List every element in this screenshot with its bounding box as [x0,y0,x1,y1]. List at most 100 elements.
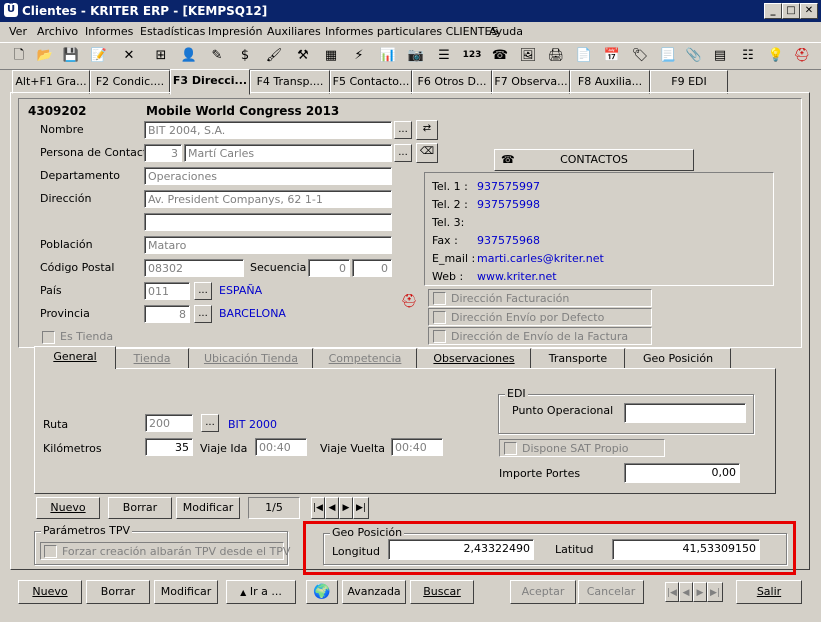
departamento-field[interactable]: Operaciones [144,167,392,185]
tab-geo-posicion[interactable]: Geo Posición [626,348,731,369]
email-value[interactable]: marti.carles@kriter.net [477,252,604,265]
chart-icon[interactable]: 📊 [377,45,399,66]
globe-icon[interactable]: 🌍 [306,580,338,604]
envio-factura-checkbox[interactable] [433,330,446,343]
contacto-field[interactable]: Martí Carles [184,144,392,162]
paint-icon[interactable]: 🖌 [263,45,285,66]
direccion2-field[interactable] [144,213,392,231]
tab-general[interactable]: General [34,346,116,369]
bullet-list-icon[interactable]: ☷ [737,45,759,66]
punto-operacional-field[interactable] [624,403,746,423]
km-field[interactable]: 35 [145,438,193,456]
pencil-icon[interactable]: ✎ [206,45,228,66]
table-icon[interactable]: ▤ [709,45,731,66]
buscar-button[interactable]: Buscar [410,580,474,604]
close-button[interactable]: ✕ [800,3,818,19]
nuevo-button[interactable]: Nuevo [18,580,82,604]
viaje-vuelta-field[interactable]: 00:40 [391,438,443,456]
tab-f2[interactable]: F2 Condic.... [90,70,170,94]
tab-observaciones[interactable]: Observaciones [418,348,531,369]
ruta-field[interactable]: 200 [145,414,193,432]
inner-last-button[interactable]: ▶| [353,497,369,519]
lightning-icon[interactable]: ⚡ [348,45,370,66]
borrar-button[interactable]: Borrar [86,580,150,604]
document-icon[interactable]: 📃 [657,45,679,66]
open-folder-icon[interactable]: 📂 [34,45,56,66]
avanzada-button[interactable]: Avanzada [342,580,406,604]
tab-f3[interactable]: F3 Direcci... [170,69,250,95]
menu-ayuda[interactable]: Ayuda [489,25,523,38]
nombre-browse-button[interactable]: ... [394,121,412,139]
latitud-field[interactable]: 41,53309150 [612,539,760,560]
facturacion-checkbox[interactable] [433,292,446,305]
link-icon[interactable]: ⇄ [416,120,438,140]
envio-defecto-checkbox[interactable] [433,311,446,324]
tab-tienda[interactable]: Tienda [116,348,189,369]
money-icon[interactable]: $ [234,45,256,66]
tree-icon[interactable]: ⊞ [150,45,172,66]
tab-f4[interactable]: F4 Transp.... [250,70,330,94]
inner-prev-button[interactable]: ◀ [325,497,339,519]
calendar-icon[interactable]: 📅 [601,45,623,66]
eraser-icon[interactable]: ⌫ [416,143,438,163]
sat-checkbox[interactable] [504,442,517,455]
tab-f6[interactable]: F6 Otros D... [412,70,492,94]
exit-icon[interactable]: ⛑ [791,45,813,66]
tab-f5[interactable]: F5 Contacto... [330,70,412,94]
menu-estadisticas[interactable]: Estadísticas [140,25,205,38]
hammer-icon[interactable]: ⚒ [292,45,314,66]
es-tienda-checkbox[interactable] [42,331,55,344]
contactos-button[interactable]: ☎ CONTACTOS [494,149,694,171]
tab-f9[interactable]: F9 EDI [650,70,728,94]
tab-f7[interactable]: F7 Observa... [492,70,570,94]
pais-code-field[interactable]: 011 [144,282,190,300]
salir-button[interactable]: Salir [736,580,802,604]
first-record-button[interactable]: |◀ [665,582,679,602]
tag-icon[interactable]: 🏷 [629,45,651,66]
tab-alt-f1[interactable]: Alt+F1 Gra... [12,70,90,94]
edit-icon[interactable]: 📝 [88,45,110,66]
tab-competencia[interactable]: Competencia [314,348,417,369]
cp-field[interactable]: 08302 [144,259,244,277]
secuencia1-field[interactable]: 0 [308,259,350,277]
nombre-field[interactable]: BIT 2004, S.A. [144,121,392,139]
tab-transporte[interactable]: Transporte [532,348,625,369]
inner-next-button[interactable]: ▶ [339,497,353,519]
inner-modificar-button[interactable]: Modificar [176,497,240,519]
print-icon[interactable]: 🖨 [545,45,567,66]
contacto-num-field[interactable]: 3 [144,144,182,162]
poblacion-field[interactable]: Mataro [144,236,392,254]
minimize-button[interactable]: _ [764,3,782,19]
ruta-browse-button[interactable]: ... [201,414,219,432]
cancelar-button[interactable]: Cancelar [578,580,644,604]
document-red-icon[interactable]: 📄 [573,45,595,66]
longitud-field[interactable]: 2,43322490 [388,539,534,560]
camera-icon[interactable]: 📷 [405,45,427,66]
aceptar-button[interactable]: Aceptar [510,580,576,604]
tab-ubicacion-tienda[interactable]: Ubicación Tienda [190,348,313,369]
menu-auxiliares[interactable]: Auxiliares [267,25,321,38]
provincia-browse-button[interactable]: ... [194,305,212,323]
inner-first-button[interactable]: |◀ [311,497,325,519]
ir-a-button[interactable]: ▲ Ir a ... [226,580,296,604]
bulb-icon[interactable]: 💡 [765,45,787,66]
phone-icon[interactable]: ☎ [489,45,511,66]
provincia-code-field[interactable]: 8 [144,305,190,323]
prev-record-button[interactable]: ◀ [679,582,693,602]
new-document-icon[interactable]: 🗋 [8,45,30,66]
modificar-button[interactable]: Modificar [154,580,218,604]
grid-icon[interactable]: ▦ [320,45,342,66]
inner-nuevo-button[interactable]: Nuevo [36,497,100,519]
menu-ver[interactable]: Ver [9,25,27,38]
direccion-field[interactable]: Av. President Companys, 62 1-1 [144,190,392,208]
importe-portes-field[interactable]: 0,00 [624,463,740,483]
menu-archivo[interactable]: Archivo [37,25,78,38]
web-value[interactable]: www.kriter.net [477,270,557,283]
pais-browse-button[interactable]: ... [194,282,212,300]
menu-impresion[interactable]: Impresión [208,25,262,38]
tpv-checkbox[interactable] [44,545,57,558]
inner-borrar-button[interactable]: Borrar [108,497,172,519]
calculator-icon[interactable]: 123 [461,45,483,66]
last-record-button[interactable]: ▶| [707,582,723,602]
secuencia2-field[interactable]: 0 [352,259,392,277]
